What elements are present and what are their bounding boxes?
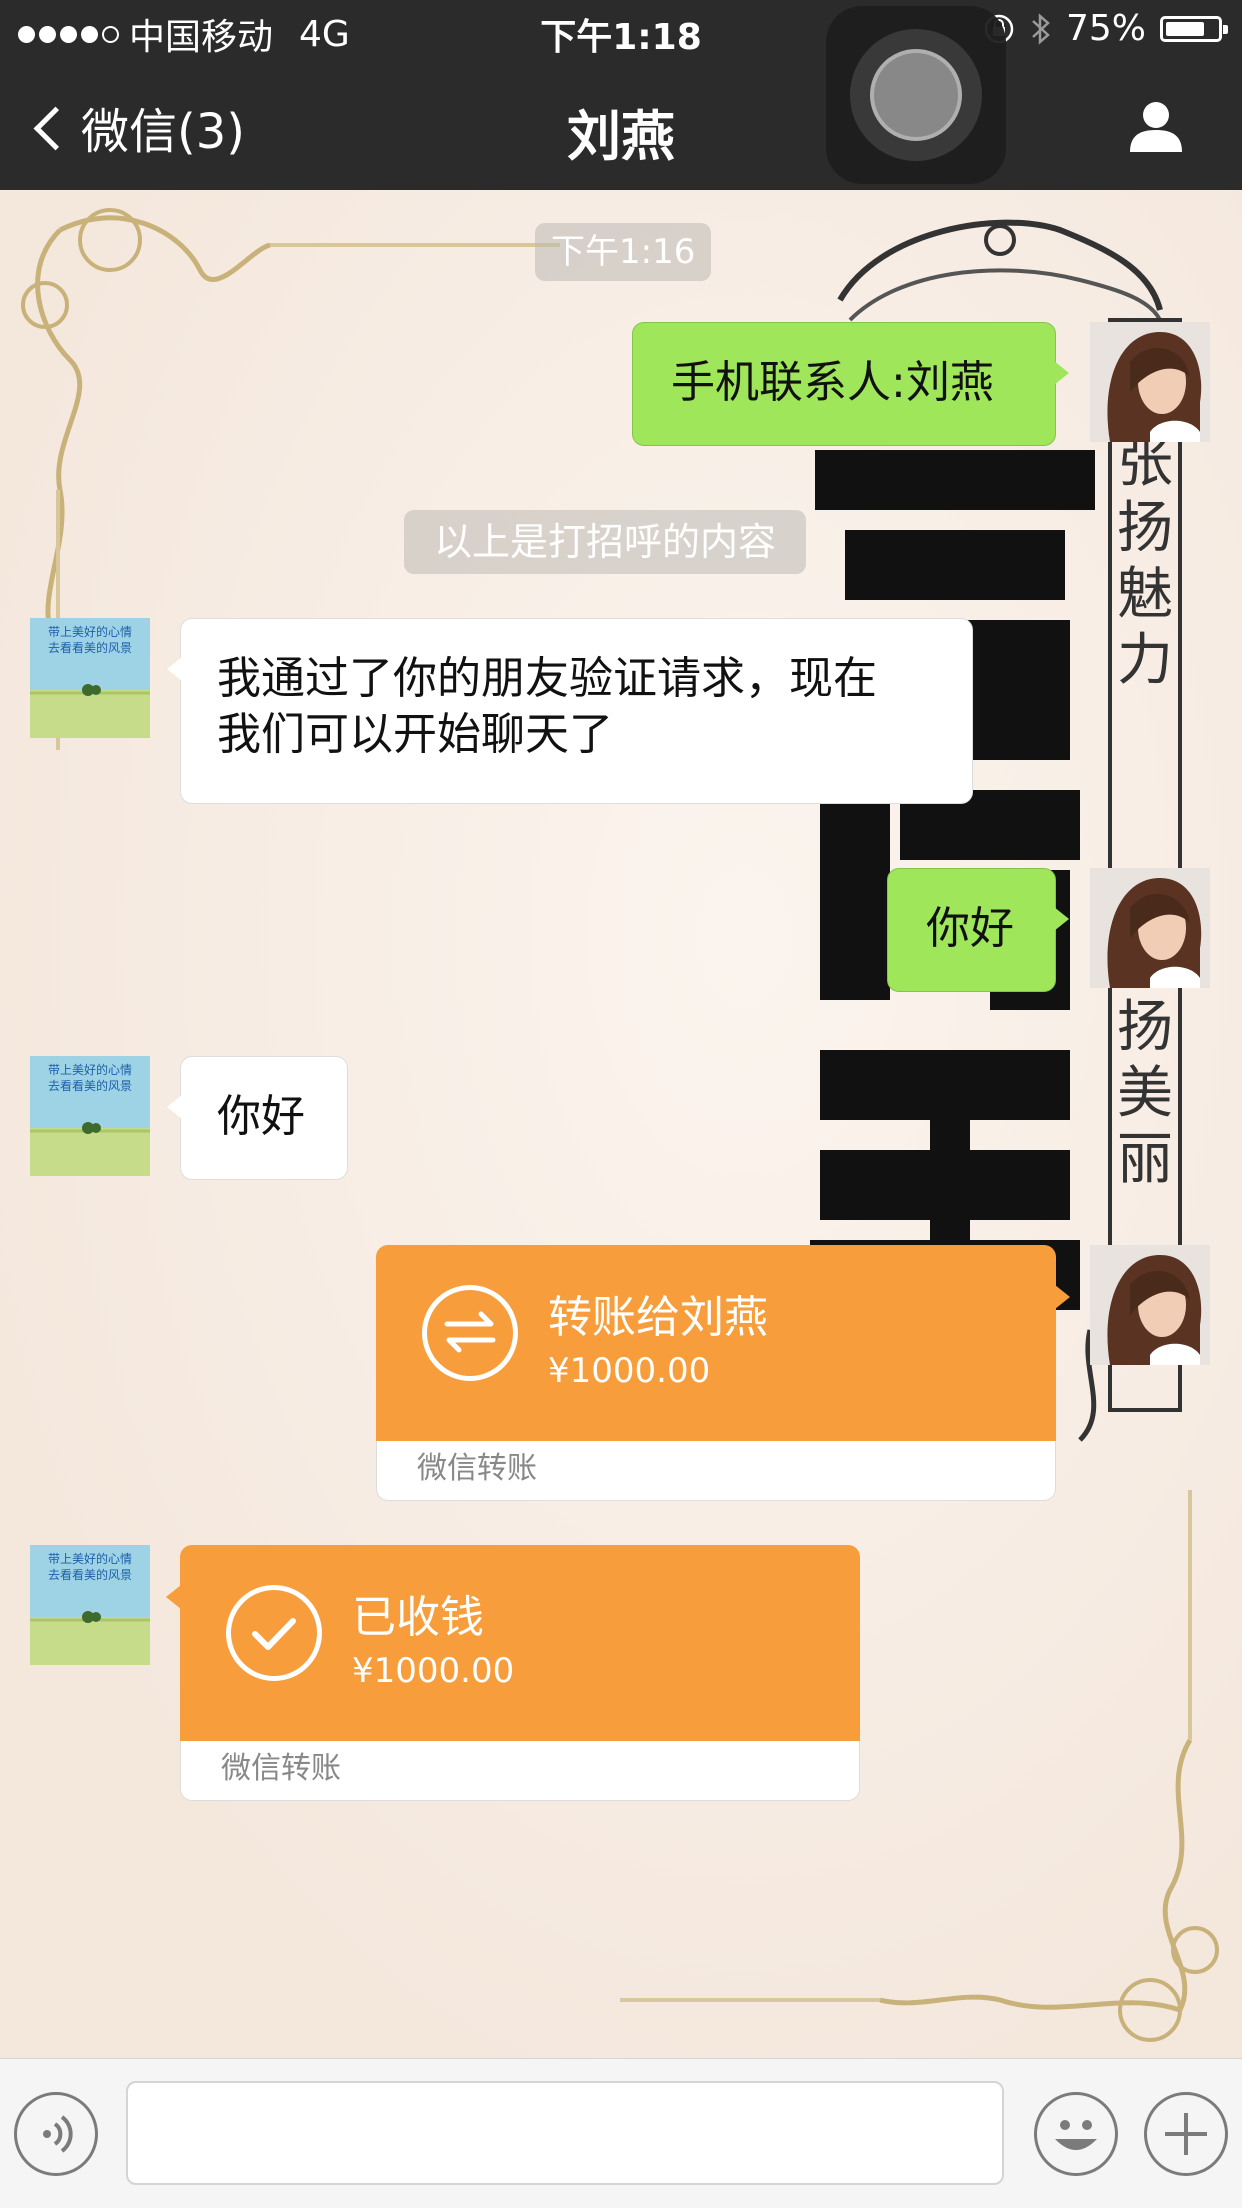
- avatar-self[interactable]: [1090, 322, 1210, 442]
- carrier-name: 中国移动: [129, 17, 274, 58]
- checkmark-icon: [226, 1585, 322, 1681]
- status-bar: 中国移动 4G 下午1:18 75%: [0, 0, 1242, 62]
- transfer-title: 转账给刘燕: [548, 1292, 768, 1343]
- emoji-icon: [1055, 2120, 1097, 2150]
- portrait-image: [1090, 322, 1210, 442]
- chevron-left-icon: [33, 106, 78, 150]
- battery-icon: [1160, 15, 1228, 42]
- voice-icon: [43, 2115, 73, 2153]
- transfer-card-sent[interactable]: 转账给刘燕 ¥1000.00 微信转账: [376, 1245, 1070, 1501]
- avatar-self[interactable]: [1090, 868, 1210, 988]
- person-icon[interactable]: [1128, 98, 1184, 154]
- back-label: 微信(3): [81, 104, 245, 160]
- transfer-amount: ¥1000.00: [548, 1351, 711, 1391]
- avatar-contact[interactable]: 带上美好的心情 去看看美的风景: [30, 618, 150, 738]
- transfer-title: 已收钱: [352, 1592, 484, 1643]
- voice-button[interactable]: [14, 2092, 98, 2176]
- message-timestamp: 下午1:16: [535, 223, 712, 281]
- emoji-button[interactable]: [1034, 2092, 1118, 2176]
- message-bubble-received[interactable]: 你好: [167, 1056, 348, 1180]
- wallpaper-vertical-text-1: 张 扬 魅 力: [1117, 430, 1173, 693]
- avatar-self[interactable]: [1090, 1245, 1210, 1365]
- avatar-contact[interactable]: 带上美好的心情 去看看美的风景: [30, 1056, 150, 1176]
- transfer-amount: ¥1000.00: [352, 1651, 515, 1691]
- more-button[interactable]: [1144, 2092, 1228, 2176]
- assistive-touch-button[interactable]: [826, 6, 1006, 184]
- signal-strength-icon: [18, 25, 119, 43]
- nav-bar: 微信(3) 刘燕: [0, 62, 1242, 190]
- transfer-footer: 微信转账: [180, 1741, 860, 1801]
- message-input[interactable]: [126, 2081, 1004, 2185]
- chat-area[interactable]: 张 扬 魅 力 扬 美 丽 下午1:16 手机联系人:刘燕 以上是打招呼的内容: [0, 190, 1242, 2058]
- plus-icon: [1165, 2113, 1207, 2155]
- back-button[interactable]: 微信(3): [33, 92, 245, 162]
- transfer-arrows-icon: [422, 1285, 518, 1381]
- wallpaper-vertical-text-2: 扬 美 丽: [1117, 995, 1173, 1192]
- avatar-contact[interactable]: 带上美好的心情 去看看美的风景: [30, 1545, 150, 1665]
- transfer-card-received[interactable]: 已收钱 ¥1000.00 微信转账: [166, 1545, 860, 1801]
- battery-percent: 75%: [1065, 8, 1146, 49]
- message-bubble-sent[interactable]: 手机联系人:刘燕: [632, 322, 1069, 446]
- portrait-image: [1090, 868, 1210, 988]
- input-bar: [0, 2058, 1242, 2208]
- portrait-image: [1090, 1245, 1210, 1365]
- transfer-footer: 微信转账: [376, 1441, 1056, 1501]
- message-bubble-sent[interactable]: 你好: [887, 868, 1069, 992]
- message-bubble-received[interactable]: 我通过了你的朋友验证请求，现在 我们可以开始聊天了: [167, 618, 973, 804]
- network-type: 4G: [299, 13, 350, 55]
- bluetooth-icon: [1032, 12, 1050, 45]
- system-notice: 以上是打招呼的内容: [404, 510, 807, 574]
